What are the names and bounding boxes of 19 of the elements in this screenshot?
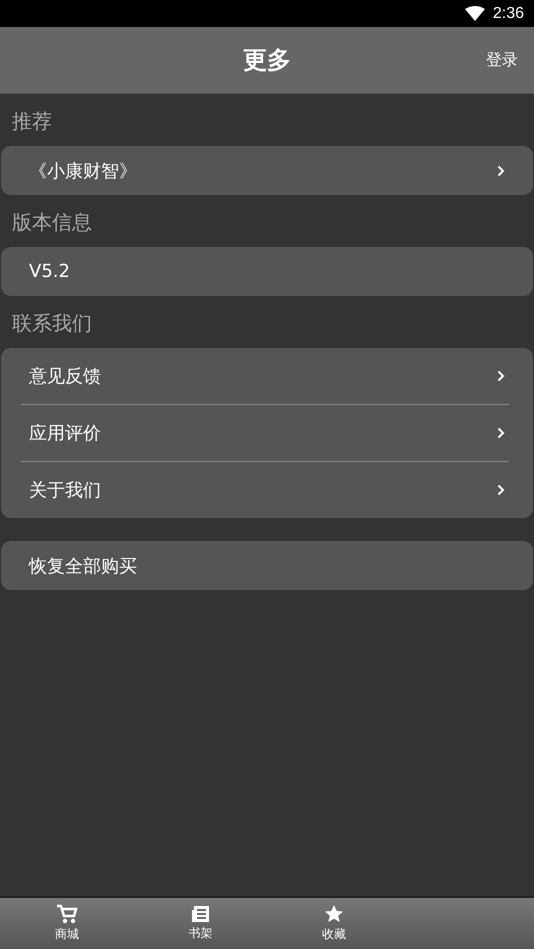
nav-tab[interactable]: 书架 xyxy=(134,898,267,949)
list-item[interactable]: 《小康财智》 xyxy=(29,158,137,182)
wifi-icon xyxy=(464,6,485,21)
newspaper-icon xyxy=(190,905,210,923)
status-time: 2:36 xyxy=(492,4,524,22)
section-label: 联系我们 xyxy=(11,310,93,337)
section-label: 版本信息 xyxy=(11,209,93,236)
login-button[interactable]: 登录 xyxy=(486,50,518,70)
list-item[interactable]: 恢复全部购买 xyxy=(29,554,137,578)
list-item[interactable]: 意见反馈 xyxy=(29,364,101,388)
list-item[interactable]: 应用评价 xyxy=(29,421,101,445)
page-title: 更多 xyxy=(243,45,291,76)
section-label: 推荐 xyxy=(11,108,53,135)
star-icon xyxy=(324,904,344,924)
cart-icon xyxy=(56,904,78,924)
nav-tab[interactable]: 收藏 xyxy=(267,898,400,949)
list-item[interactable]: 关于我们 xyxy=(29,478,101,502)
list-item[interactable]: V5.2 xyxy=(29,261,70,282)
nav-tab[interactable]: 商城 xyxy=(0,898,134,949)
